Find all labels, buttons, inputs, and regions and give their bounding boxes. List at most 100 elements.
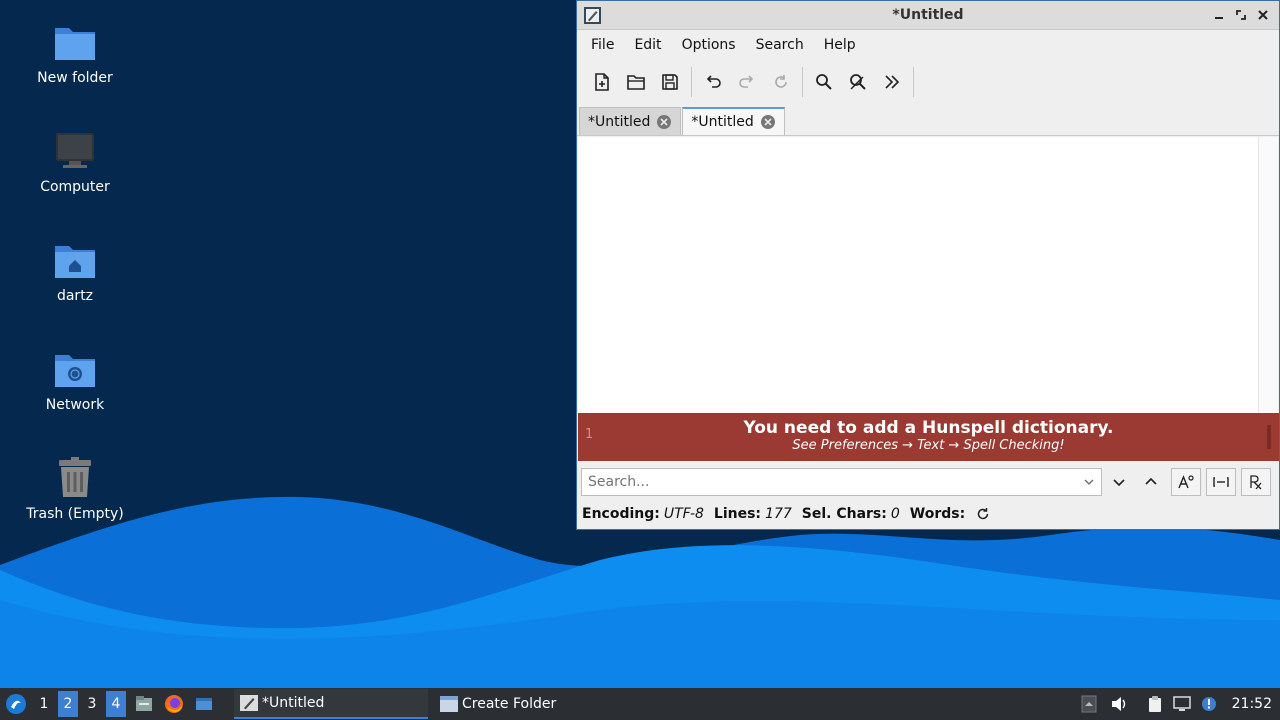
desktop-icon-computer[interactable]: Computer [20, 127, 130, 195]
more-tools-button[interactable] [875, 65, 909, 99]
menu-edit[interactable]: Edit [624, 37, 671, 53]
refresh-icon [977, 508, 989, 520]
open-folder-icon [627, 75, 645, 90]
undo-button[interactable] [696, 65, 730, 99]
firefox-launcher[interactable] [162, 692, 186, 716]
new-document-icon [595, 73, 609, 91]
whole-word-icon [1213, 477, 1229, 487]
desktop-icon-label: Computer [40, 179, 110, 195]
trash-icon [59, 457, 91, 497]
workspace-4[interactable]: 4 [106, 691, 126, 717]
menu-options[interactable]: Options [672, 37, 746, 53]
toolbar-separator [913, 67, 914, 97]
chevron-down-icon[interactable] [1082, 475, 1096, 489]
encoding-value: UTF-8 [663, 506, 704, 522]
file-manager-launcher[interactable] [132, 692, 156, 716]
tab-label: *Untitled [691, 114, 754, 130]
desktop-icon-label: dartz [56, 288, 94, 304]
maximize-button[interactable] [1233, 7, 1249, 23]
update-notifier-button[interactable] [1198, 693, 1220, 715]
toolbar-separator [802, 67, 803, 97]
dialog-window-icon [440, 696, 458, 712]
text-editor-window: *Untitled File Edit Options Search Help [576, 0, 1280, 530]
home-folder-icon [55, 246, 95, 278]
encoding-label: Encoding: [582, 506, 660, 522]
volume-icon [1111, 697, 1125, 711]
search-input[interactable] [581, 468, 1102, 496]
warning-subtext: See Preferences → Text → Spell Checking! [792, 438, 1065, 453]
tab-close-icon[interactable] [760, 114, 776, 130]
banner-scroll-handle [1267, 425, 1271, 449]
menubar: File Edit Options Search Help [577, 30, 1279, 60]
clipboard-button[interactable] [1144, 693, 1166, 715]
text-editor-area[interactable] [578, 137, 1278, 413]
find-previous-button[interactable] [1136, 468, 1166, 496]
desktop-icon-trash[interactable]: Trash (Empty) [20, 454, 130, 522]
toolbar [577, 60, 1279, 104]
refresh-words-button[interactable] [975, 506, 991, 522]
workspace-1[interactable]: 1 [34, 691, 54, 717]
workspace-2[interactable]: 2 [58, 691, 78, 717]
window-title: *Untitled [892, 7, 964, 23]
task-label: *Untitled [262, 695, 325, 711]
desktop-icon-label: New folder [37, 70, 113, 86]
status-bar: Encoding: UTF-8 Lines: 177 Sel. Chars: 0… [582, 504, 991, 524]
search-combo [581, 468, 1102, 496]
save-button[interactable] [653, 65, 687, 99]
volume-button[interactable] [1108, 693, 1130, 715]
editor-scrollbar[interactable] [1258, 137, 1278, 413]
task-create-folder[interactable]: Create Folder [434, 689, 562, 719]
show-desktop-button[interactable] [192, 692, 216, 716]
menu-search[interactable]: Search [746, 37, 814, 53]
match-case-button[interactable] [1171, 468, 1201, 496]
new-document-button[interactable] [585, 65, 619, 99]
workspace-3[interactable]: 3 [82, 691, 102, 717]
desktop-icon [196, 698, 212, 710]
clipboard-icon [1148, 696, 1161, 712]
search-bar [581, 467, 1277, 497]
save-icon [662, 74, 678, 90]
desktop-icon-network[interactable]: Network [20, 345, 130, 413]
task-label: Create Folder [462, 696, 557, 712]
editor-app-icon [240, 695, 258, 711]
regex-button[interactable] [1241, 468, 1271, 496]
taskbar: 1 2 3 4 *Untitled Create Folder 21:52 [0, 688, 1280, 720]
start-menu-button[interactable] [2, 690, 30, 718]
spellcheck-warning-banner: 1 You need to add a Hunspell dictionary.… [578, 413, 1279, 461]
tab-label: *Untitled [588, 113, 651, 130]
warning-heading: You need to add a Hunspell dictionary. [743, 418, 1114, 438]
undo-icon [706, 75, 721, 88]
tray-expander[interactable] [1078, 693, 1100, 715]
task-untitled[interactable]: *Untitled [234, 689, 428, 719]
sel-chars-label: Sel. Chars: [801, 506, 887, 522]
more-chevrons-icon [885, 75, 900, 89]
whole-word-button[interactable] [1206, 468, 1236, 496]
menu-file[interactable]: File [581, 37, 624, 53]
menu-help[interactable]: Help [814, 37, 866, 53]
find-replace-icon [850, 74, 866, 90]
window-titlebar[interactable]: *Untitled [577, 1, 1279, 30]
find-replace-button[interactable] [841, 65, 875, 99]
close-button[interactable] [1255, 7, 1271, 23]
open-button[interactable] [619, 65, 653, 99]
lubuntu-logo-icon [6, 694, 26, 714]
minimize-button[interactable] [1211, 7, 1227, 23]
network-folder-icon [55, 355, 95, 387]
reload-button[interactable] [764, 65, 798, 99]
words-label: Words: [909, 506, 966, 522]
chevron-up-icon [1081, 695, 1097, 713]
desktop-icon-new-folder[interactable]: New folder [20, 18, 130, 86]
tab-untitled-2[interactable]: *Untitled [682, 107, 785, 135]
find-button[interactable] [807, 65, 841, 99]
redo-button[interactable] [730, 65, 764, 99]
tab-close-icon[interactable] [656, 114, 672, 130]
clock[interactable]: 21:52 [1232, 696, 1272, 712]
find-next-button[interactable] [1104, 468, 1134, 496]
desktop-icon-label: Trash (Empty) [26, 506, 124, 522]
lines-label: Lines: [713, 506, 762, 522]
chevron-down-icon [1113, 479, 1125, 487]
desktop-icon-home[interactable]: dartz [20, 236, 130, 304]
tab-untitled-1[interactable]: *Untitled [579, 107, 682, 135]
network-status-button[interactable] [1171, 693, 1193, 715]
network-wired-icon [1172, 696, 1191, 711]
